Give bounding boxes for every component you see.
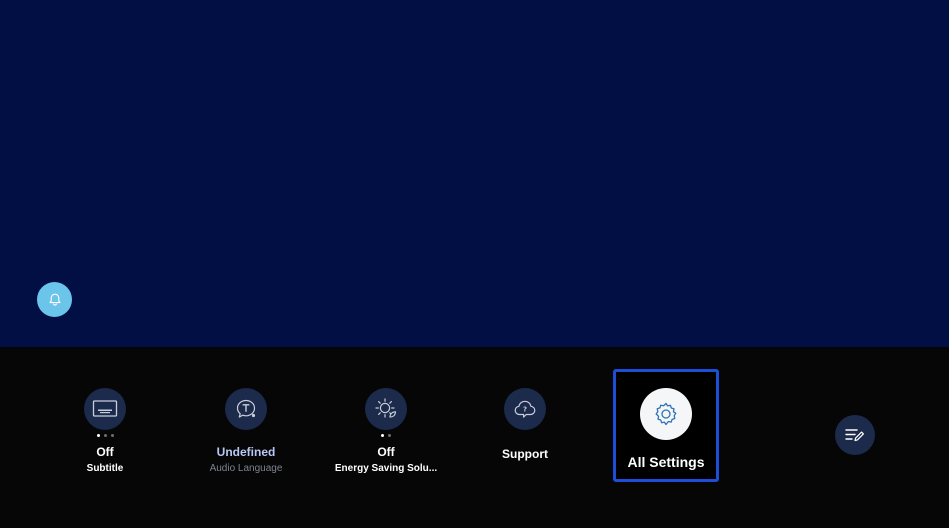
energy-saving-value: Off [377, 445, 395, 459]
all-settings-icon-circle [640, 388, 692, 440]
tv-screen: Off Subtitle Undefined Audio Language Of… [0, 0, 949, 528]
audio-language-icon-circle [225, 388, 267, 430]
audio-language-icon [236, 399, 256, 418]
edit-list-icon [845, 429, 864, 442]
bell-icon [48, 293, 61, 306]
support-label: Support [502, 447, 548, 461]
support-tile[interactable]: ? Support [465, 347, 585, 528]
quick-settings-bar: Off Subtitle Undefined Audio Language Of… [0, 347, 949, 528]
subtitle-label: Subtitle [86, 463, 124, 474]
gear-icon [655, 402, 677, 426]
energy-saving-icon [375, 398, 397, 418]
subtitle-icon [92, 400, 118, 417]
energy-saving-icon-circle [365, 388, 407, 430]
energy-saving-dots [326, 434, 446, 437]
audio-language-tile[interactable]: Undefined Audio Language [186, 347, 306, 528]
content-area [0, 0, 949, 347]
svg-text:?: ? [523, 406, 527, 414]
all-settings-tile[interactable]: All Settings [613, 369, 719, 482]
energy-saving-label: Energy Saving Solu... [334, 463, 438, 474]
subtitle-value: Off [96, 445, 114, 459]
subtitle-icon-circle [84, 388, 126, 430]
subtitle-tile[interactable]: Off Subtitle [45, 347, 165, 528]
support-icon: ? [514, 400, 536, 418]
audio-language-label: Audio Language [209, 463, 283, 474]
audio-language-value: Undefined [216, 445, 276, 459]
subtitle-dots [45, 434, 165, 437]
all-settings-label: All Settings [627, 454, 705, 470]
notification-button[interactable] [37, 282, 72, 317]
edit-button[interactable] [835, 415, 875, 455]
energy-saving-tile[interactable]: Off Energy Saving Solu... [326, 347, 446, 528]
support-icon-circle: ? [504, 388, 546, 430]
